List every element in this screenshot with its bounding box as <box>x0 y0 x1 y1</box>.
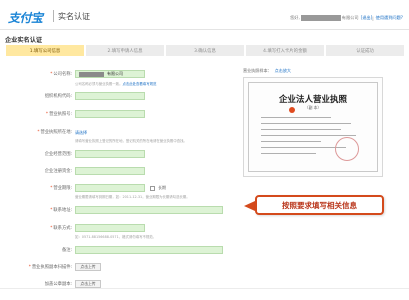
location-select-link[interactable]: 请选择 <box>75 128 87 137</box>
registered-capital-input[interactable] <box>75 167 145 175</box>
license-sample-image[interactable]: 企业法人营业执照 （副 本） <box>243 77 383 177</box>
stamp-upload-button[interactable]: 点击上传 <box>75 280 101 288</box>
license-expiry-input[interactable] <box>75 184 145 192</box>
org-code-label: 组织机构代码: <box>44 94 72 99</box>
row-contact-address: *联系地址: <box>0 206 240 215</box>
license-subtitle: （副 本） <box>304 105 322 110</box>
page-title: 企业实名认证 <box>5 37 43 44</box>
row-license-expiry: *营业期限: 长期 <box>0 184 240 193</box>
step-applicant-info: 2.填写申请人信息 <box>86 45 164 56</box>
license-location-label: *营业执照所在地: <box>37 130 72 135</box>
contact-phone-label: *联系方式: <box>50 226 72 231</box>
license-expiry-label: *营业期限: <box>50 186 72 191</box>
license-text-line <box>261 135 356 136</box>
sample-title-label: 营业执照样本： <box>243 68 272 73</box>
license-text-line <box>261 141 321 142</box>
logout-link[interactable]: [退出] <box>361 15 373 21</box>
company-name-suffix: 有限公司 <box>107 71 123 76</box>
remark-input[interactable] <box>75 246 223 254</box>
org-code-input[interactable] <box>75 92 145 100</box>
license-text-line <box>261 153 316 154</box>
alipay-logo[interactable]: 支付宝 <box>8 9 43 26</box>
naming-rule-link[interactable]: 点击此处查看填写规范 <box>122 82 156 86</box>
business-scope-label: 企业经营范围: <box>44 152 72 157</box>
required-star: * <box>28 265 31 270</box>
progress-steps: 1.填写公司信息 2.填写申请人信息 3.确认信息 4.填写打入卡片的金额 认证… <box>6 45 404 56</box>
row-registered-capital: 企业注册资金: <box>0 167 240 176</box>
row-contact-phone: *联系方式: <box>0 224 240 233</box>
welcome-suffix: 有限公司 <box>341 15 359 20</box>
company-name-hint: 公司名称必须与营业执照一致。点击此处查看填写规范 <box>75 82 157 86</box>
row-license-no: *营业执照号: <box>0 110 240 119</box>
footer-divider <box>0 288 409 289</box>
expiry-hint: 营业期限请填写到期日期，如：2011-12-31，营业期限为长期请勾选长期。 <box>75 195 190 199</box>
license-text-line <box>261 117 331 118</box>
long-term-checkbox-wrap[interactable]: 长期 <box>150 185 166 191</box>
help-link[interactable]: 使用遇到问题? <box>376 15 403 21</box>
masked-username <box>300 15 341 21</box>
long-term-checkbox[interactable] <box>150 185 155 191</box>
location-hint: 请填写营业执照上登记的所在地，登记机关的所在地请在营业执照中查找。 <box>75 139 187 143</box>
license-border: 企业法人营业执照 （副 本） <box>248 82 378 172</box>
license-no-input[interactable] <box>75 110 145 118</box>
divider-pipe: | <box>372 15 374 21</box>
official-seal-icon <box>335 137 359 161</box>
instruction-callout: 按照要求填写相关信息 <box>255 195 384 215</box>
step-company-info: 1.填写公司信息 <box>6 45 84 56</box>
masked-company-name <box>79 72 104 77</box>
license-no-label: *营业执照号: <box>45 112 72 117</box>
license-upload-label: *营业执照副本扫描件: <box>28 265 72 270</box>
row-license-upload: *营业执照副本扫描件: 点击上传 <box>0 263 240 272</box>
emblem-icon <box>289 107 295 113</box>
remark-label: 备注: <box>61 248 72 253</box>
welcome-prefix: 您好, <box>290 15 300 20</box>
row-business-scope: 企业经营范围: <box>0 150 240 159</box>
row-company-name: *公司名称: 有限公司 <box>0 70 240 79</box>
row-license-location: *营业执照所在地: 请选择 <box>0 128 240 137</box>
license-upload-button[interactable]: 点击上传 <box>75 263 101 271</box>
step-confirm-info: 3.确认信息 <box>166 45 244 56</box>
registered-capital-label: 企业注册资金: <box>44 169 72 174</box>
contact-address-input[interactable] <box>75 206 223 214</box>
sample-header: 营业执照样本： 点击放大 <box>243 68 291 74</box>
step-success: 认证成功 <box>326 45 404 56</box>
brand-title: 实名认证 <box>58 12 90 21</box>
company-name-label: *公司名称: <box>50 72 72 77</box>
phone-hint: 如：0571-88156688-0571，格式请勿填写不规范。 <box>75 235 157 239</box>
business-scope-input[interactable] <box>75 150 145 158</box>
license-text-line <box>261 129 341 130</box>
company-name-input[interactable]: 有限公司 <box>75 70 145 78</box>
callout-arrow-icon <box>244 201 255 211</box>
row-remark: 备注: <box>0 246 240 255</box>
row-org-code: 组织机构代码: <box>0 92 240 101</box>
contact-phone-input[interactable] <box>75 224 145 232</box>
header-divider <box>53 10 54 22</box>
user-info: 您好, 有限公司 [退出] | 使用遇到问题? <box>290 15 403 21</box>
contact-address-label: *联系地址: <box>50 208 72 213</box>
required-star: * <box>45 112 49 117</box>
zoom-sample-link[interactable]: 点击放大 <box>275 68 291 73</box>
top-header: 支付宝 实名认证 您好, 有限公司 [退出] | 使用遇到问题? <box>0 0 409 30</box>
license-text-line <box>261 147 346 148</box>
step-enter-amount: 4.填写打入卡片的金额 <box>246 45 324 56</box>
license-text-line <box>261 123 351 124</box>
license-title: 企业法人营业执照 <box>278 95 347 105</box>
long-term-label: 长期 <box>158 185 166 190</box>
